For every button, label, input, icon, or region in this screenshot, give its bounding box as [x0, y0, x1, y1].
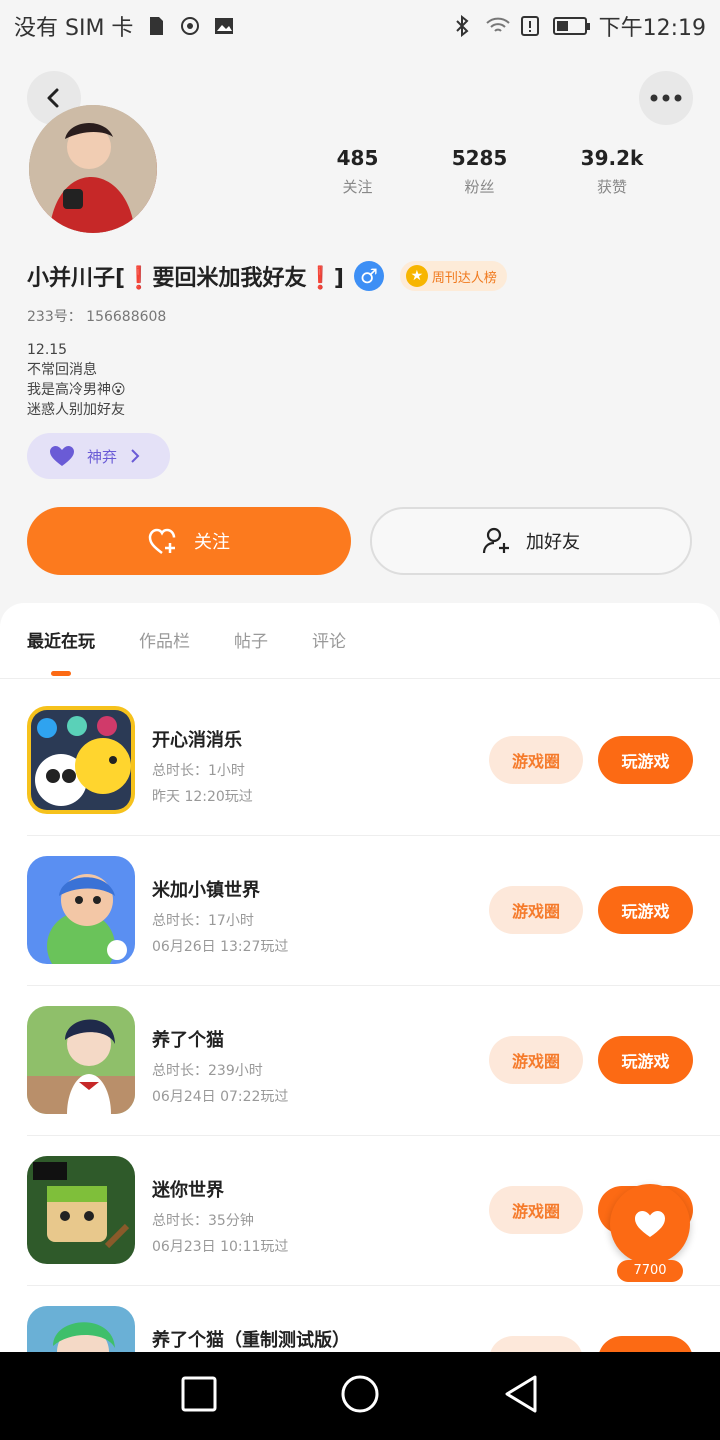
- tag-label: 神弃: [87, 447, 118, 466]
- row-divider: [27, 835, 720, 836]
- game-circle-button[interactable]: 游戏圈: [489, 736, 583, 784]
- follow-label: 关注: [194, 532, 230, 553]
- battery-icon: [552, 17, 590, 35]
- profile-stats: 485 关注 5285 粉丝 39.2k 获赞: [300, 146, 680, 197]
- male-gender-icon: ♂: [353, 261, 384, 291]
- guild-tag-button[interactable]: 神弃: [27, 433, 170, 479]
- bio-line: 12.15: [27, 342, 68, 358]
- play-game-button[interactable]: 玩游戏: [598, 886, 693, 934]
- user-name: 小并川子[❗要回米加我好友❗]: [27, 266, 344, 291]
- recent-apps-button[interactable]: [181, 1376, 217, 1416]
- chevron-right-icon: [131, 449, 140, 463]
- game-list-item[interactable]: 米加小镇世界 总时长：17小时 06月26日 13:27玩过 游戏圈 玩游戏: [27, 856, 720, 1006]
- stat-likes[interactable]: 39.2k 获赞: [581, 146, 644, 197]
- game-list-item[interactable]: 养了个猫 总时长：239小时 06月24日 07:22玩过 游戏圈 玩游戏: [27, 1006, 720, 1156]
- row-divider: [27, 985, 720, 986]
- name-row: 小并川子[❗要回米加我好友❗] ♂ ★ 周刊达人榜: [27, 260, 507, 292]
- avatar[interactable]: [29, 105, 157, 233]
- user-id: 233号： 156688608: [27, 309, 167, 325]
- chevron-left-icon: [47, 88, 59, 108]
- game-title: 养了个猫: [152, 1030, 224, 1051]
- row-divider: [27, 1285, 720, 1286]
- game-last-played: 06月26日 13:27玩过: [152, 939, 289, 955]
- hotspot-icon: [179, 15, 201, 37]
- game-circle-button[interactable]: 游戏圈: [489, 1036, 583, 1084]
- alert-icon: [519, 15, 541, 37]
- stat-label: 粉丝: [464, 178, 495, 196]
- like-count-badge: 7700: [617, 1260, 683, 1282]
- stat-value: 485: [336, 146, 379, 170]
- game-title: 迷你世界: [152, 1180, 224, 1201]
- heart-icon: [635, 1211, 665, 1237]
- bluetooth-icon: [451, 14, 473, 38]
- game-duration: 总时长：1小时: [152, 763, 245, 779]
- square-icon: [181, 1376, 217, 1412]
- game-icon: [27, 856, 135, 964]
- add-friend-button[interactable]: 加好友: [370, 507, 692, 575]
- game-icon: [27, 1006, 135, 1114]
- game-last-played: 昨天 12:20玩过: [152, 789, 253, 805]
- game-icon: [27, 706, 135, 814]
- tab-recently-played[interactable]: 最近在玩: [27, 627, 95, 676]
- tab-posts[interactable]: 帖子: [234, 627, 268, 652]
- stat-following[interactable]: 485 关注: [337, 146, 379, 197]
- game-title: 米加小镇世界: [152, 880, 260, 901]
- star-icon: ★: [405, 265, 428, 287]
- bio-line: 迷惑人别加好友: [27, 402, 125, 418]
- game-meta: 总时长：35分钟 06月23日 10:11玩过: [152, 1208, 288, 1260]
- add-friend-label: 加好友: [526, 532, 580, 553]
- tabs-divider: [0, 678, 720, 679]
- weekly-rank-badge[interactable]: ★ 周刊达人榜: [399, 261, 507, 291]
- status-bar: 没有 SIM 卡 下午12:19: [0, 0, 720, 52]
- game-duration: 总时长：239小时: [152, 1063, 263, 1079]
- game-meta: 总时长：239小时 06月24日 07:22玩过: [152, 1058, 288, 1110]
- row-divider: [27, 1135, 720, 1136]
- game-meta: 总时长：17小时 06月26日 13:27玩过: [152, 908, 288, 960]
- game-duration: 总时长：17小时: [152, 913, 254, 929]
- heart-icon: [50, 446, 74, 466]
- content-panel: 最近在玩 作品栏 帖子 评论 开心消消乐 总时长：1小时 昨天 12:20玩过 …: [0, 603, 720, 1363]
- game-icon: [27, 1156, 135, 1264]
- game-circle-button[interactable]: 游戏圈: [489, 1186, 583, 1234]
- game-duration: 总时长：35分钟: [152, 1213, 254, 1229]
- game-meta: 总时长：1小时 昨天 12:20玩过: [152, 758, 253, 810]
- wifi-icon: [485, 15, 510, 37]
- circle-icon: [341, 1375, 379, 1413]
- bio-line: 我是高冷男神😮: [27, 382, 126, 398]
- game-title: 开心消消乐: [152, 730, 242, 751]
- follow-button[interactable]: 关注: [27, 507, 351, 575]
- image-icon: [213, 15, 235, 37]
- bio-line: 不常回消息: [27, 362, 97, 378]
- play-game-button[interactable]: 玩游戏: [598, 1036, 693, 1084]
- play-game-button[interactable]: 玩游戏: [598, 736, 693, 784]
- status-time: 下午12:19: [598, 16, 706, 41]
- game-list-item[interactable]: 开心消消乐 总时长：1小时 昨天 12:20玩过 游戏圈 玩游戏: [27, 706, 720, 856]
- back-nav-button[interactable]: [503, 1374, 539, 1418]
- stat-label: 关注: [342, 178, 373, 196]
- game-circle-button[interactable]: 游戏圈: [489, 886, 583, 934]
- floating-like-button[interactable]: [610, 1184, 690, 1264]
- stat-followers[interactable]: 5285 粉丝: [452, 146, 508, 197]
- tab-works[interactable]: 作品栏: [139, 627, 190, 652]
- heart-plus-icon: [148, 528, 176, 554]
- tab-comments[interactable]: 评论: [312, 627, 346, 652]
- user-bio: 12.15 不常回消息 我是高冷男神😮 迷惑人别加好友: [27, 340, 126, 420]
- tab-bar: 最近在玩 作品栏 帖子 评论: [27, 627, 346, 676]
- stat-label: 获赞: [596, 178, 627, 196]
- game-last-played: 06月23日 10:11玩过: [152, 1239, 289, 1255]
- game-title: 养了个猫（重制测试版）: [152, 1330, 350, 1351]
- badge-label: 周刊达人榜: [431, 270, 497, 286]
- sd-card-icon: [145, 15, 167, 37]
- more-dots-icon: [650, 94, 682, 102]
- stat-value: 5285: [451, 146, 508, 170]
- system-nav-bar: [0, 1352, 720, 1440]
- triangle-back-icon: [505, 1375, 537, 1413]
- home-button[interactable]: [340, 1374, 380, 1418]
- game-last-played: 06月24日 07:22玩过: [152, 1089, 289, 1105]
- more-button[interactable]: [639, 71, 693, 125]
- stat-value: 39.2k: [580, 146, 644, 170]
- carrier-text: 没有 SIM 卡: [14, 16, 134, 41]
- add-user-icon: [482, 527, 509, 554]
